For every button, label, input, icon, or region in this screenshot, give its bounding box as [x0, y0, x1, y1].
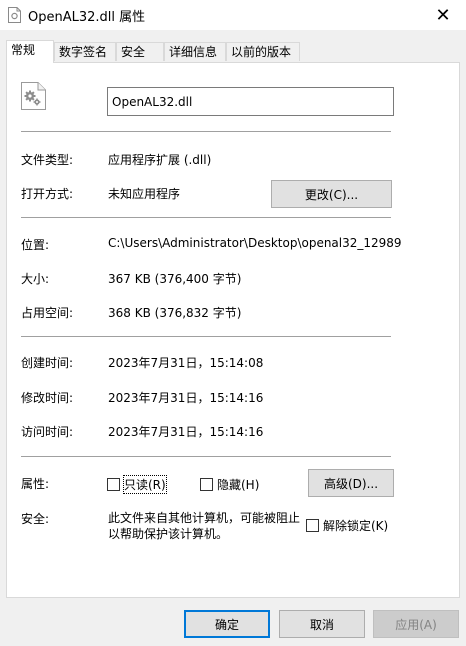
tab-details[interactable]: 详细信息 [164, 42, 226, 61]
separator [21, 456, 391, 457]
checkbox-box[interactable] [306, 519, 319, 532]
title-bar: OpenAL32.dll 属性 ✕ [0, 0, 466, 30]
close-button[interactable]: ✕ [420, 0, 466, 30]
gear-file-icon [21, 82, 46, 110]
unblock-checkbox[interactable]: 解除锁定(K) [306, 517, 388, 534]
change-button[interactable]: 更改(C)... [271, 180, 392, 208]
checkbox-box[interactable] [200, 478, 213, 491]
opens-with-value: 未知应用程序 [108, 187, 181, 201]
security-warning-text: 此文件来自其他计算机，可能被阻止以帮助保护该计算机。 [108, 511, 301, 541]
checkbox-box[interactable] [107, 478, 120, 491]
cancel-button[interactable]: 取消 [279, 610, 365, 638]
modified-value: 2023年7月31日，15:14:16 [108, 391, 264, 405]
file-type-label: 文件类型: [21, 153, 74, 167]
size-on-disk-value: 368 KB (376,832 字节) [108, 306, 242, 320]
window-title: OpenAL32.dll 属性 [28, 10, 146, 25]
unblock-label: 解除锁定(K) [323, 519, 389, 533]
dll-file-icon [8, 7, 21, 23]
readonly-checkbox[interactable]: 只读(R) [107, 475, 167, 494]
size-label: 大小: [21, 272, 50, 286]
attributes-label: 属性: [21, 477, 50, 491]
size-on-disk-label: 占用空间: [21, 306, 74, 320]
accessed-value: 2023年7月31日，15:14:16 [108, 425, 264, 439]
close-icon: ✕ [435, 4, 451, 26]
filename-input[interactable] [107, 87, 394, 116]
ok-button[interactable]: 确定 [184, 610, 270, 638]
file-type-value: 应用程序扩展 (.dll) [108, 153, 212, 167]
created-value: 2023年7月31日，15:14:08 [108, 356, 264, 370]
tab-security[interactable]: 安全 [116, 42, 164, 61]
hidden-label: 隐藏(H) [217, 478, 260, 492]
tab-digital-signatures[interactable]: 数字签名 [54, 42, 116, 61]
tab-previous-versions[interactable]: 以前的版本 [226, 42, 300, 61]
hidden-checkbox[interactable]: 隐藏(H) [200, 476, 259, 493]
tab-general[interactable]: 常规 [6, 40, 54, 63]
size-value: 367 KB (376,400 字节) [108, 272, 242, 286]
separator [21, 131, 391, 132]
location-value: C:\Users\Administrator\Desktop\openal32_… [108, 236, 402, 250]
separator [21, 336, 391, 337]
created-label: 创建时间: [21, 356, 74, 370]
security-label: 安全: [21, 512, 50, 526]
modified-label: 修改时间: [21, 391, 74, 405]
advanced-button[interactable]: 高级(D)... [308, 469, 394, 497]
location-label: 位置: [21, 238, 50, 252]
accessed-label: 访问时间: [21, 425, 74, 439]
opens-with-label: 打开方式: [21, 187, 74, 201]
separator [21, 217, 391, 218]
readonly-label: 只读(R) [123, 475, 167, 494]
apply-button[interactable]: 应用(A) [373, 610, 459, 638]
